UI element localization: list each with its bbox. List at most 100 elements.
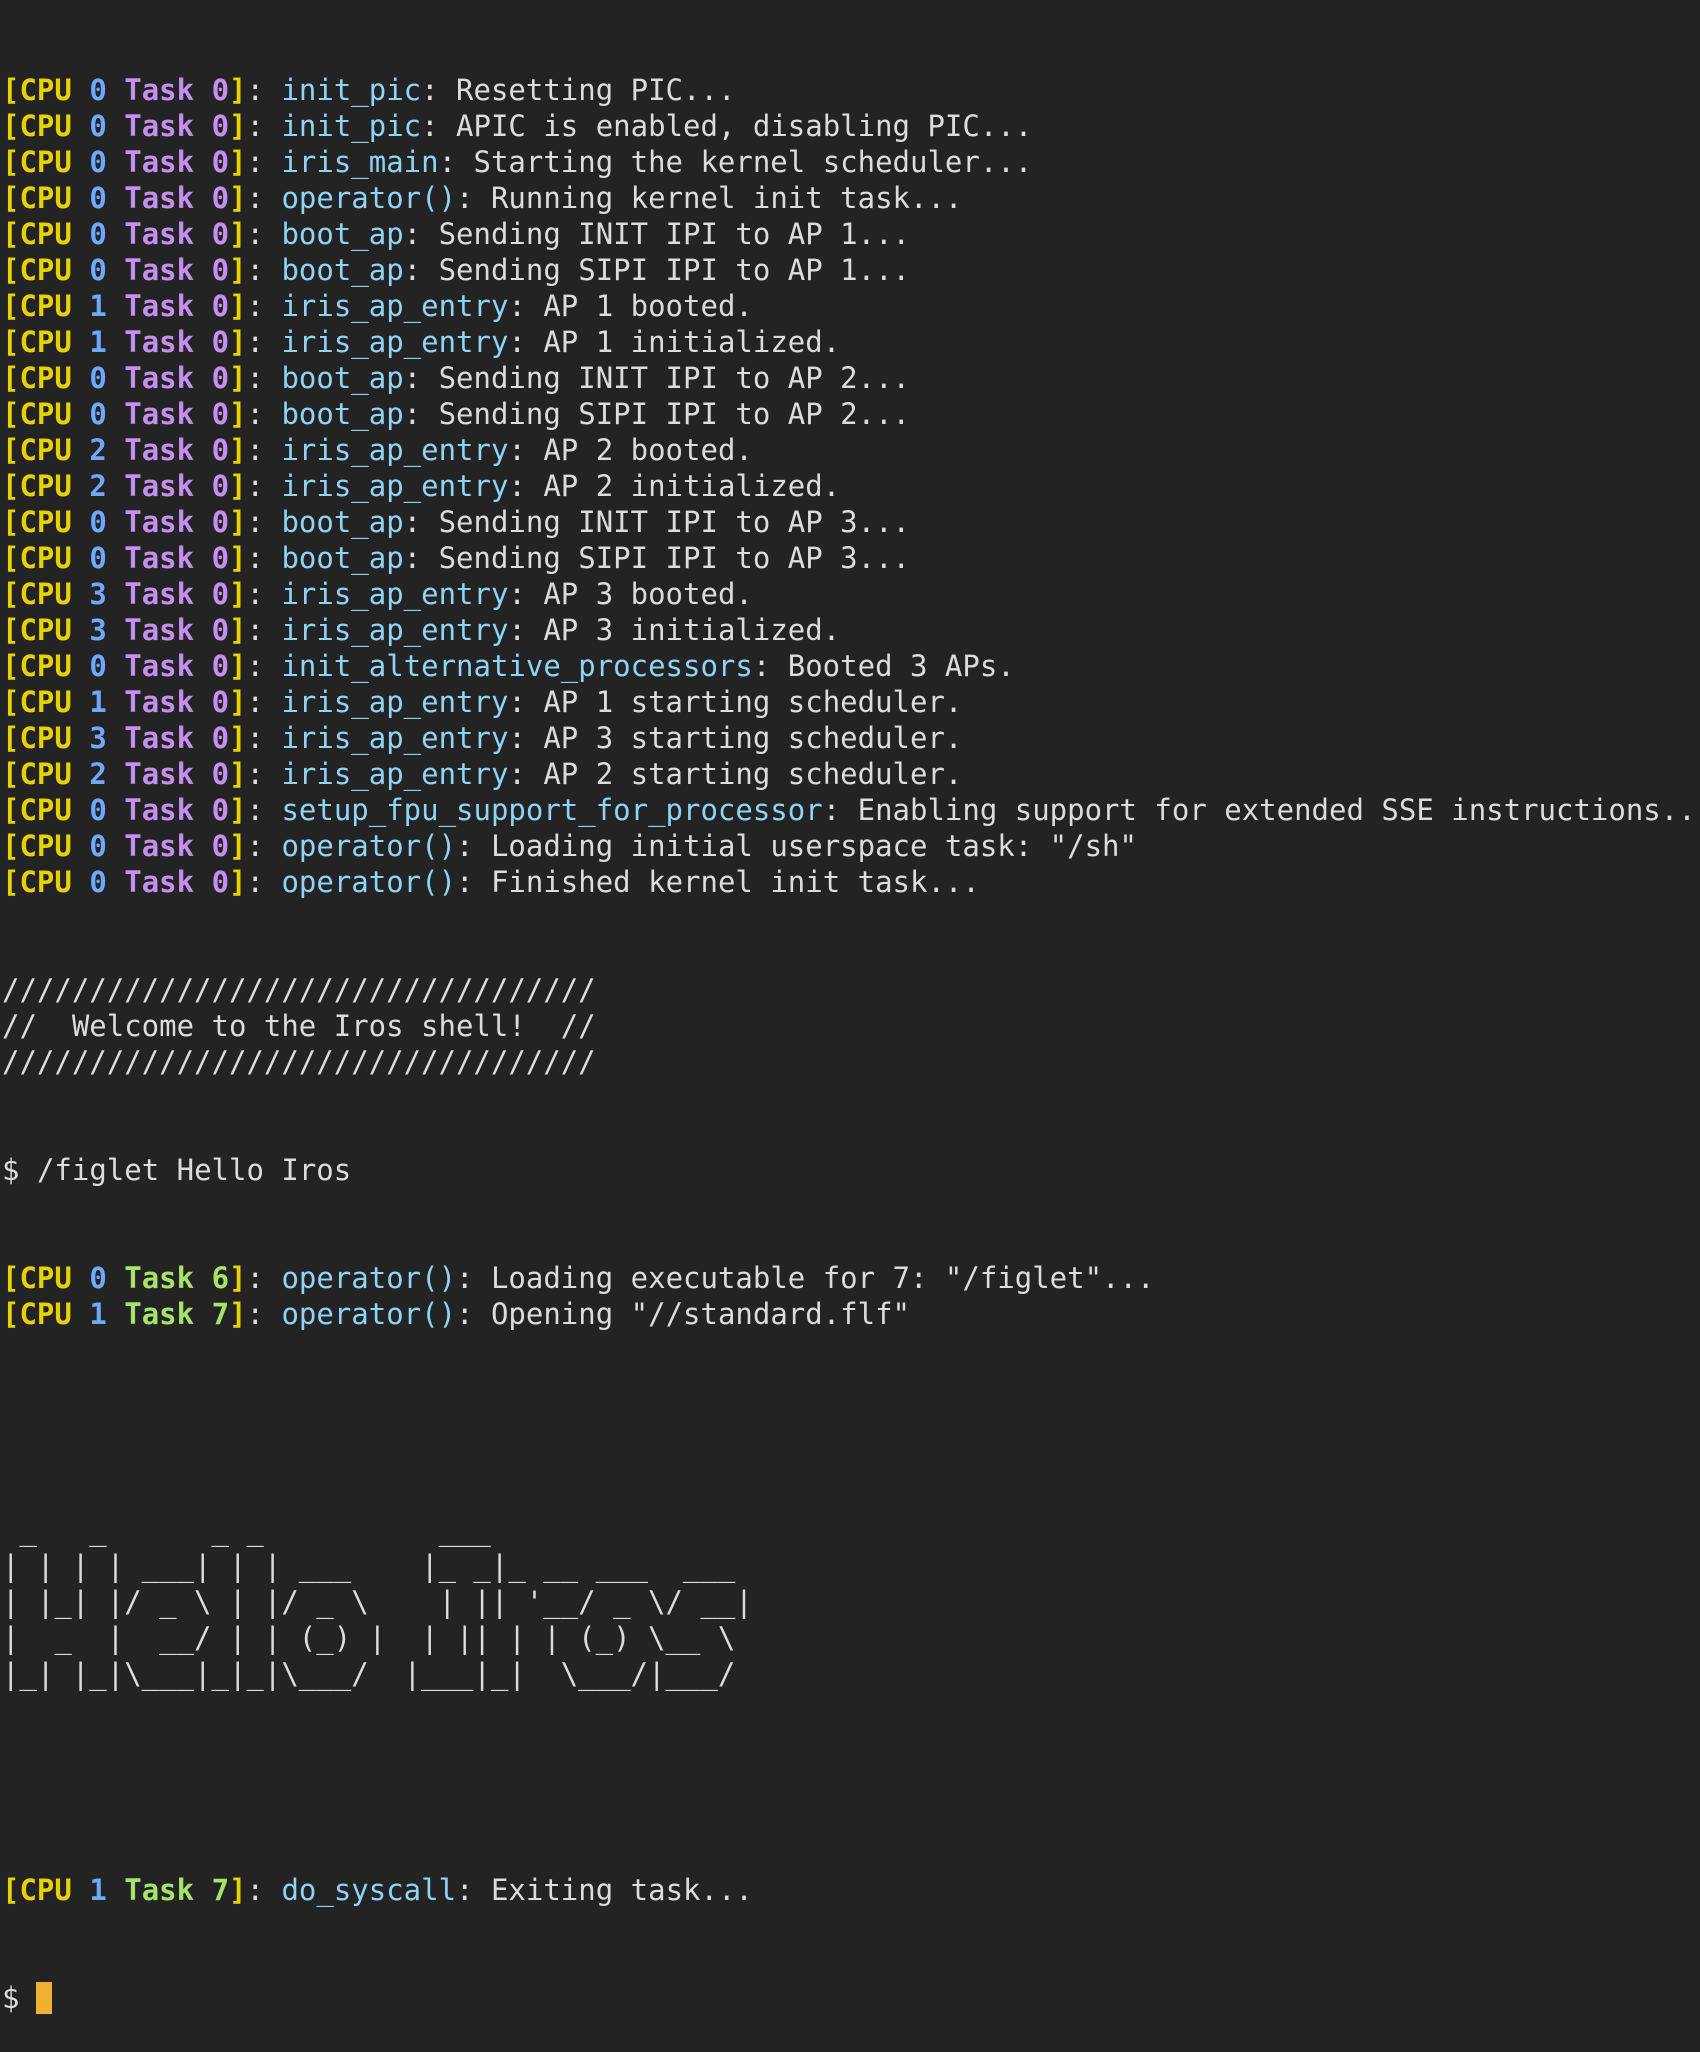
- task-number: 0: [211, 217, 230, 251]
- task-label: Task: [124, 721, 195, 755]
- cpu-label: CPU: [19, 289, 72, 323]
- function-name: iris_ap_entry: [281, 685, 509, 719]
- cpu-label: CPU: [19, 721, 72, 755]
- separator: :: [246, 289, 282, 323]
- task-label: Task: [124, 181, 195, 215]
- log-line: [CPU 0 Task 0]: init_pic: Resetting PIC.…: [2, 72, 1698, 108]
- function-name: init_alternative_processors: [281, 649, 753, 683]
- separator: :: [246, 757, 282, 791]
- terminal-output[interactable]: [CPU 0 Task 0]: init_pic: Resetting PIC.…: [2, 0, 1700, 2015]
- open-bracket: [: [2, 1261, 20, 1295]
- open-bracket: [: [2, 217, 20, 251]
- task-label: Task: [124, 361, 195, 395]
- separator: :: [403, 541, 439, 575]
- task-label: Task: [124, 865, 195, 899]
- cpu-label: CPU: [19, 793, 72, 827]
- close-bracket: ]: [229, 145, 247, 179]
- log-line: [CPU 3 Task 0]: iris_ap_entry: AP 3 init…: [2, 612, 1698, 648]
- function-name: iris_ap_entry: [281, 289, 509, 323]
- separator: :: [246, 721, 282, 755]
- separator: :: [246, 685, 282, 719]
- close-bracket: ]: [229, 433, 247, 467]
- open-bracket: [: [2, 577, 20, 611]
- cpu-number: 2: [89, 433, 107, 467]
- task-number: 0: [211, 433, 230, 467]
- function-name: iris_ap_entry: [281, 577, 509, 611]
- separator: :: [246, 505, 282, 539]
- open-bracket: [: [2, 361, 20, 395]
- function-name: boot_ap: [281, 361, 404, 395]
- separator: :: [508, 721, 544, 755]
- input-prompt-line[interactable]: $: [2, 1980, 1698, 2016]
- separator: :: [246, 1261, 282, 1295]
- shell-banner: //////////////////////////////////// Wel…: [2, 972, 1698, 1080]
- cpu-number: 2: [89, 757, 107, 791]
- close-bracket: ]: [229, 325, 247, 359]
- cpu-label: CPU: [19, 1297, 72, 1331]
- cpu-label: CPU: [19, 613, 72, 647]
- log-line: [CPU 0 Task 0]: boot_ap: Sending SIPI IP…: [2, 396, 1698, 432]
- separator: :: [508, 757, 544, 791]
- figlet-line: |_| |_|\___|_|_|\___/ |___|_| \___/|___/: [2, 1657, 736, 1691]
- function-name: boot_ap: [281, 505, 404, 539]
- separator: :: [246, 73, 282, 107]
- figlet-line: | _ | __/ | | (_) | | || | | (_) \__ \: [2, 1621, 736, 1655]
- cpu-label: CPU: [19, 1261, 72, 1295]
- log-message: Loading initial userspace task: "/sh": [490, 829, 1137, 863]
- log-message: AP 3 booted.: [543, 577, 753, 611]
- cpu-number: 3: [89, 613, 107, 647]
- log-message: Starting the kernel scheduler...: [473, 145, 1033, 179]
- cpu-label: CPU: [19, 397, 72, 431]
- figlet-line: _ _ _ _ ___: [2, 1513, 491, 1547]
- task-number: 0: [211, 73, 230, 107]
- log-message: APIC is enabled, disabling PIC...: [456, 109, 1033, 143]
- function-name: iris_ap_entry: [281, 325, 509, 359]
- separator: :: [246, 577, 282, 611]
- separator: :: [246, 613, 282, 647]
- log-line: [CPU 0 Task 6]: operator(): Loading exec…: [2, 1260, 1698, 1296]
- separator: :: [403, 361, 439, 395]
- close-bracket: ]: [229, 181, 247, 215]
- cpu-label: CPU: [19, 469, 72, 503]
- log-line: [CPU 0 Task 0]: operator(): Running kern…: [2, 180, 1698, 216]
- close-bracket: ]: [229, 577, 247, 611]
- task-number: 0: [211, 325, 230, 359]
- task-label: Task: [124, 1297, 195, 1331]
- cpu-number: 0: [89, 217, 107, 251]
- task-label: Task: [124, 145, 195, 179]
- cpu-label: CPU: [19, 685, 72, 719]
- function-name: operator(): [281, 829, 457, 863]
- separator: :: [508, 577, 544, 611]
- cpu-label: CPU: [19, 145, 72, 179]
- separator: :: [456, 181, 491, 215]
- separator: :: [246, 1297, 282, 1331]
- kernel-log: [CPU 0 Task 0]: init_pic: Resetting PIC.…: [2, 72, 1700, 900]
- task-label: Task: [124, 397, 195, 431]
- final-prompt-symbol: $: [2, 1981, 20, 2015]
- task-label: Task: [124, 289, 195, 323]
- task-label: Task: [124, 505, 195, 539]
- task-number: 0: [211, 685, 230, 719]
- open-bracket: [: [2, 397, 20, 431]
- open-bracket: [: [2, 685, 20, 719]
- cpu-number: 0: [89, 541, 107, 575]
- task-number: 0: [211, 721, 230, 755]
- cpu-label: CPU: [19, 109, 72, 143]
- task-label: Task: [124, 541, 195, 575]
